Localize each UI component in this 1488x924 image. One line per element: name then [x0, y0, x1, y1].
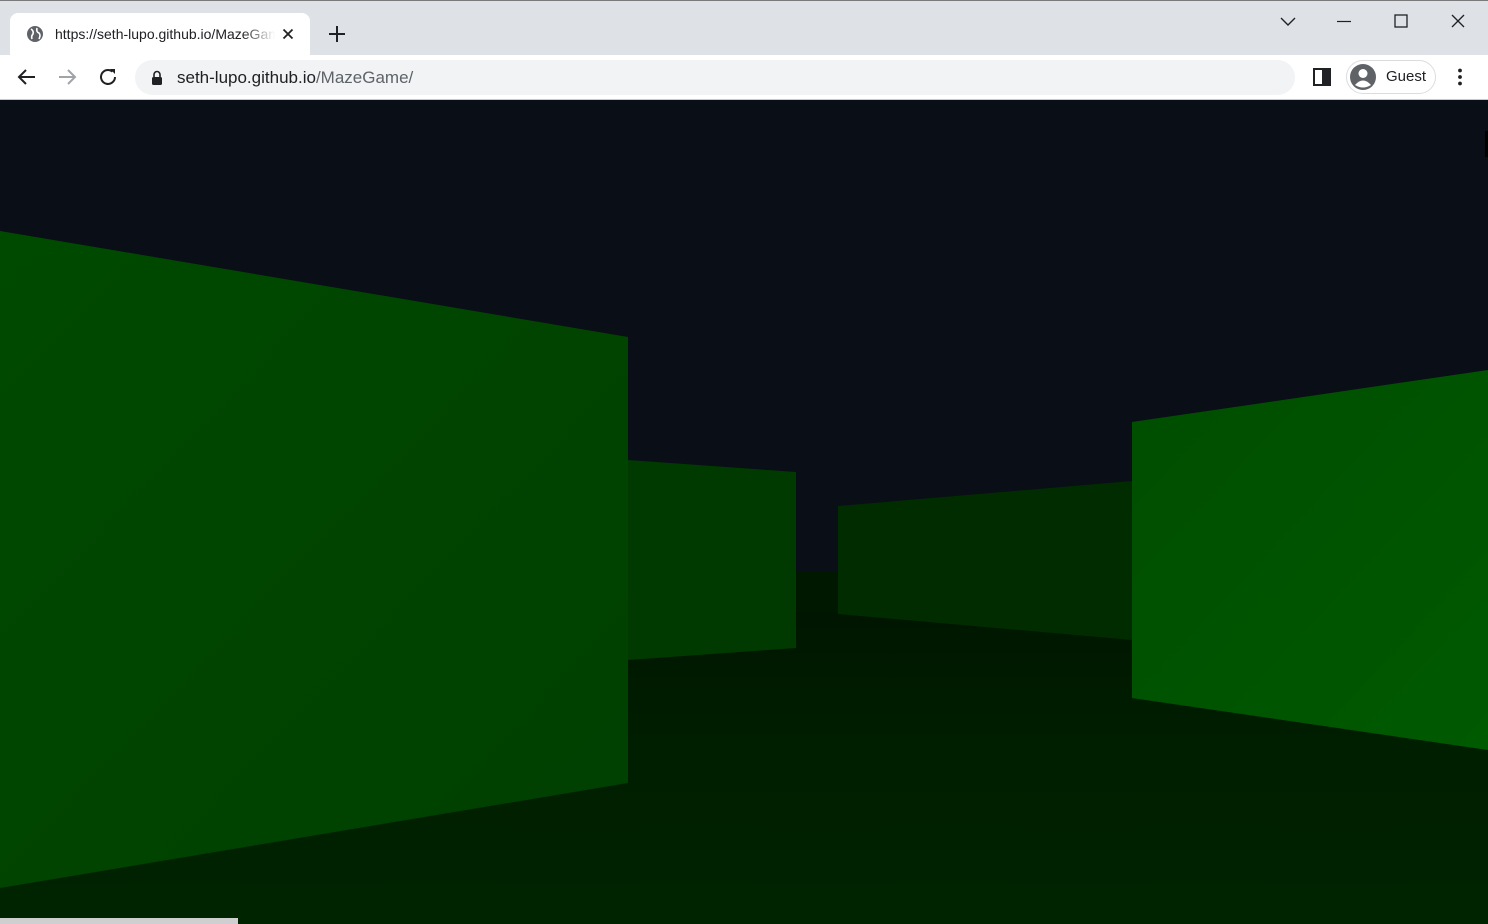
- maximize-icon[interactable]: [1389, 9, 1413, 33]
- tab-title: https://seth-lupo.github.io/MazeGame/: [55, 26, 275, 42]
- globe-icon: [27, 26, 43, 42]
- kebab-menu-icon[interactable]: [1449, 66, 1471, 88]
- arrow-left-icon[interactable]: [15, 65, 39, 89]
- right-near-wall: [1132, 370, 1488, 750]
- url-path: /MazeGame/: [315, 68, 414, 87]
- horizontal-scrollbar[interactable]: [0, 918, 238, 924]
- lock-icon[interactable]: [151, 70, 163, 85]
- middle-left-wall: [628, 460, 796, 660]
- profile-label: Guest: [1386, 68, 1427, 85]
- side-panel-icon[interactable]: [1311, 66, 1333, 88]
- browser-toolbar: seth-lupo.github.io/MazeGame/ Guest: [0, 55, 1488, 100]
- far-floor-strip: [796, 572, 838, 612]
- left-near-wall: [0, 231, 628, 888]
- url-text[interactable]: seth-lupo.github.io/MazeGame/: [177, 68, 413, 88]
- arrow-right-icon[interactable]: [55, 65, 79, 89]
- maze-scene: [0, 101, 1488, 924]
- reload-icon[interactable]: [96, 65, 120, 89]
- browser-window: https://seth-lupo.github.io/MazeGame/ se…: [0, 0, 1488, 924]
- address-bar[interactable]: seth-lupo.github.io/MazeGame/: [135, 60, 1295, 95]
- profile-button[interactable]: Guest: [1346, 60, 1436, 94]
- close-icon[interactable]: [280, 26, 296, 42]
- url-host: seth-lupo.github.io: [177, 68, 316, 87]
- minimize-icon[interactable]: [1332, 9, 1356, 33]
- chevron-down-icon[interactable]: [1276, 9, 1300, 33]
- plus-icon[interactable]: [325, 22, 349, 46]
- active-tab[interactable]: https://seth-lupo.github.io/MazeGame/: [10, 13, 310, 56]
- tab-strip: https://seth-lupo.github.io/MazeGame/: [0, 0, 1488, 56]
- middle-right-wall: [838, 481, 1132, 640]
- window-close-icon[interactable]: [1446, 9, 1470, 33]
- maze-game-canvas[interactable]: [0, 101, 1488, 924]
- avatar: [1350, 64, 1376, 90]
